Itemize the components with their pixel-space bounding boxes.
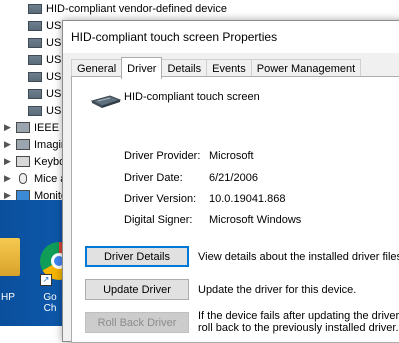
device-name: HID-compliant touch screen (124, 91, 260, 103)
keyboard-icon (16, 156, 30, 167)
driver-provider-label: Driver Provider: (124, 150, 201, 162)
driver-details-description: View details about the installed driver … (198, 251, 399, 263)
hid-device-icon (28, 88, 42, 99)
hid-device-icon (28, 54, 42, 65)
mouse-icon (19, 173, 27, 184)
driver-provider-value: Microsoft (209, 150, 254, 162)
hid-device-icon (28, 20, 42, 31)
driver-tab-panel: HID-compliant touch screen Driver Provid… (71, 76, 399, 343)
desktop-icon-label: Go Ch (43, 292, 57, 314)
tree-category-imaging[interactable]: ▶ Imagin (4, 136, 67, 153)
chevron-right-icon[interactable]: ▶ (4, 122, 12, 133)
driver-date-value: 6/21/2006 (209, 172, 258, 184)
roll-back-driver-description: If the device fails after updating the d… (198, 310, 399, 334)
touch-screen-device-icon (90, 95, 122, 108)
tree-category-mice[interactable]: ▶ Mice ar (4, 170, 70, 187)
update-driver-button[interactable]: Update Driver (85, 279, 189, 300)
hid-device-icon (28, 105, 42, 116)
driver-details-button[interactable]: Driver Details (85, 246, 189, 267)
desktop-icon-label: HP (1, 292, 15, 303)
camera-icon (16, 139, 30, 150)
hid-device-icon (28, 3, 42, 14)
chevron-right-icon[interactable]: ▶ (4, 173, 12, 184)
tab-driver[interactable]: Driver (121, 57, 163, 79)
tree-item-label: HID-compliant vendor-defined device (46, 2, 227, 15)
driver-version-value: 10.0.19041.868 (209, 193, 286, 205)
ieee-icon (16, 122, 30, 133)
dialog-titlebar[interactable]: HID-compliant touch screen Properties (63, 21, 399, 53)
folder-icon[interactable] (0, 238, 20, 276)
hid-device-icon (28, 37, 42, 48)
tree-item-hid-vendor[interactable]: HID-compliant vendor-defined device (28, 0, 227, 17)
dialog-title: HID-compliant touch screen Properties (71, 30, 278, 44)
properties-dialog: HID-compliant touch screen Properties Ge… (62, 20, 399, 343)
digital-signer-value: Microsoft Windows (209, 214, 302, 226)
roll-back-driver-button: Roll Back Driver (85, 312, 189, 333)
update-driver-description: Update the driver for this device. (198, 284, 357, 296)
tab-strip: General Driver Details Events Power Mana… (71, 57, 362, 79)
digital-signer-label: Digital Signer: (124, 214, 193, 226)
chevron-right-icon[interactable]: ▶ (4, 156, 12, 167)
driver-date-label: Driver Date: (124, 172, 183, 184)
shortcut-arrow-icon: ↗ (40, 274, 52, 286)
driver-version-label: Driver Version: (124, 193, 197, 205)
chevron-right-icon[interactable]: ▶ (4, 139, 12, 150)
hid-device-icon (28, 71, 42, 82)
